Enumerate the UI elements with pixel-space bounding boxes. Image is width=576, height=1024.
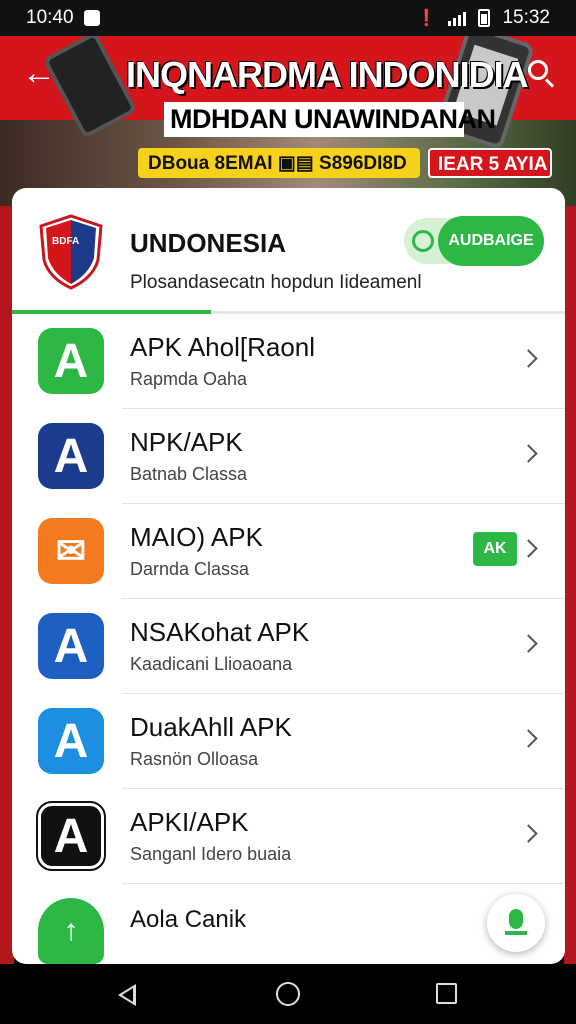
shield-icon: BDFA <box>39 214 103 290</box>
status-time-right: 15:32 <box>502 7 550 28</box>
app-subtitle: Batnab Classa <box>130 464 248 484</box>
a-letter-icon: ↑ <box>38 898 104 964</box>
list-item[interactable]: A APKI/APK Sanganl Idero buaia <box>12 789 565 884</box>
side-panel-right <box>564 206 576 966</box>
app-name: APK Ahol[Raonl <box>130 332 316 362</box>
card-title: UNDONESIA <box>130 228 287 258</box>
chevron-right-icon <box>519 634 538 653</box>
ak-badge[interactable]: AK <box>473 532 517 566</box>
app-name: DuakAhll APK <box>130 712 292 742</box>
app-name: APKI/APK <box>130 807 249 837</box>
home-icon[interactable] <box>276 982 300 1006</box>
list-item[interactable]: A NSAKohat APK Kaadicani Llioaoana <box>12 599 565 694</box>
status-bar: 10:40 ❗ 15:32 <box>0 0 576 36</box>
chevron-right-icon <box>519 349 538 368</box>
banner-title: INQNARDMA INDONIDIA <box>126 54 529 95</box>
list-item[interactable]: A NPK/APK Batnab Classa <box>12 409 565 504</box>
svg-text:BDFA: BDFA <box>52 236 79 247</box>
card-header: BDFA UNDONESIA Plosandasecatn hopdun Iid… <box>12 188 565 314</box>
battery-icon <box>478 9 491 27</box>
app-name: NSAKohat APK <box>130 617 310 647</box>
recents-icon[interactable] <box>436 983 457 1004</box>
card-description: Plosandasecatn hopdun Iideamenl <box>130 272 422 293</box>
notification-icon <box>83 10 100 26</box>
chevron-right-icon <box>519 444 538 463</box>
list-item[interactable]: ↑ Aola Canik <box>12 884 565 964</box>
signal-icon <box>448 10 467 26</box>
mic-button[interactable] <box>487 894 545 952</box>
app-list-card: BDFA UNDONESIA Plosandasecatn hopdun Iid… <box>12 188 565 964</box>
navigation-bar <box>0 964 576 1024</box>
app-name: Aola Canik <box>130 906 247 933</box>
app-list: A APK Ahol[Raonl Rapmda Oaha A NPK/APK B… <box>12 314 565 964</box>
banner-subtitle: MDHDAN UNAWINDANAN <box>164 102 496 137</box>
back-arrow-icon[interactable]: ← <box>22 56 56 90</box>
chevron-right-icon <box>519 539 538 558</box>
app-subtitle: Rasnön Olloasa <box>130 749 259 769</box>
app-subtitle: Sanganl Idero buaia <box>130 844 292 864</box>
update-button[interactable]: AUDBAIGE <box>438 216 544 266</box>
app-subtitle: Rapmda Oaha <box>130 369 248 389</box>
list-item[interactable]: A DuakAhll APK Rasnön Olloasa <box>12 694 565 789</box>
a-letter-icon: A <box>38 613 104 679</box>
banner-tag-red: IEAR 5 AYIA <box>428 148 552 178</box>
envelope-icon: ✉ <box>38 518 104 584</box>
a-letter-icon: A <box>38 708 104 774</box>
chevron-right-icon <box>519 824 538 843</box>
app-subtitle: Kaadicani Llioaoana <box>130 654 293 674</box>
promo-banner[interactable]: ← INQNARDMA INDONIDIA MDHDAN UNAWINDANAN… <box>0 36 576 206</box>
chevron-right-icon <box>519 729 538 748</box>
list-item[interactable]: A APK Ahol[Raonl Rapmda Oaha <box>12 314 565 409</box>
a-letter-icon: A <box>36 801 106 871</box>
back-icon[interactable] <box>118 984 136 1006</box>
vibrate-icon: ❗ <box>416 10 437 27</box>
app-subtitle: Darnda Classa <box>130 559 250 579</box>
a-letter-icon: A <box>38 423 104 489</box>
toggle-knob-icon <box>412 230 434 252</box>
banner-tag-yellow: DBoua 8EMAI ▣▤ S896DI8D <box>138 148 420 178</box>
a-letter-icon: A <box>38 328 104 394</box>
app-name: MAIO) APK <box>130 522 263 552</box>
list-item[interactable]: ✉ MAIO) APK Darnda Classa AK <box>12 504 565 599</box>
mic-icon <box>509 909 523 929</box>
status-time-left: 10:40 <box>26 7 74 28</box>
app-name: NPK/APK <box>130 427 243 457</box>
search-icon[interactable] <box>524 56 558 90</box>
